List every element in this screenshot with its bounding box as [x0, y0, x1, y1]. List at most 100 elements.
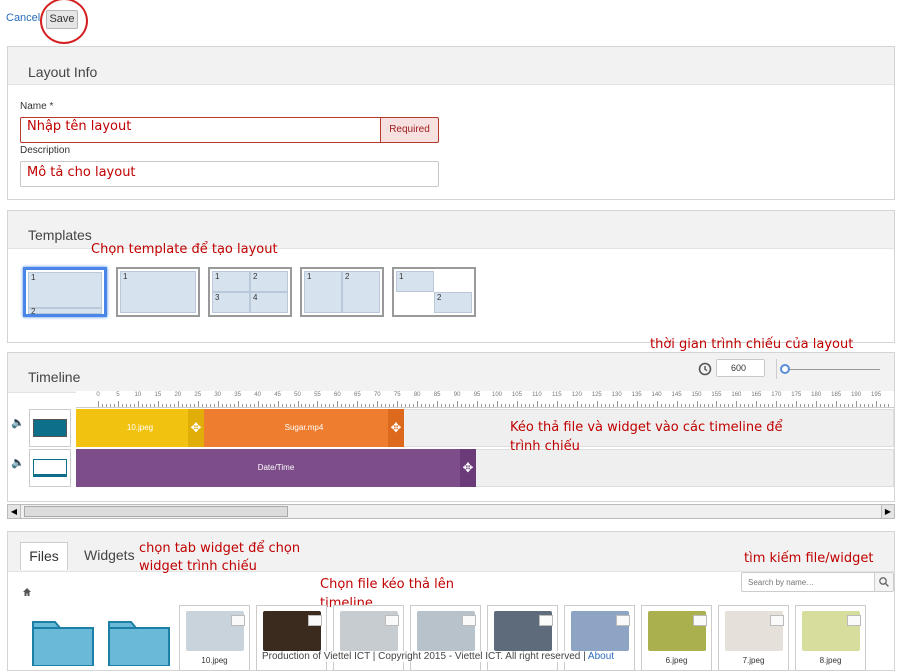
scroll-right-icon[interactable]: ▶ [881, 505, 894, 518]
about-link[interactable]: About [588, 651, 614, 662]
templates-title: Templates [28, 227, 92, 243]
ruler-label: 150 [691, 392, 702, 398]
timeline-item-image[interactable]: 10.jpeg ✥ [76, 409, 204, 447]
ruler-label: 5 [116, 392, 120, 398]
ruler-tick [560, 404, 562, 407]
speaker-icon[interactable]: 🔈 [11, 456, 25, 469]
ruler-tick [257, 401, 259, 407]
scroll-left-icon[interactable]: ◀ [8, 505, 21, 518]
ruler-tick [489, 404, 491, 407]
ruler-tick [688, 404, 690, 407]
search-button[interactable] [874, 572, 894, 592]
ruler-label: 160 [731, 392, 742, 398]
ruler-tick [197, 401, 199, 407]
resize-handle-icon[interactable]: ✥ [388, 409, 404, 447]
ruler-label: 50 [294, 392, 301, 398]
ruler-tick [109, 404, 111, 407]
ruler-tick [377, 401, 379, 407]
template-3[interactable]: 1 2 3 4 [208, 267, 292, 317]
ruler-tick [604, 404, 606, 407]
ruler-tick [385, 404, 387, 407]
file-annotation-line1: Chọn file kéo thả lên [320, 577, 455, 592]
ruler-tick [608, 404, 610, 407]
description-field[interactable]: Mô tả cho layout [20, 161, 439, 187]
file-tile[interactable]: 7.jpeg [718, 605, 789, 671]
drag-annotation-line1: Kéo thả file và widget vào các timeline … [510, 420, 783, 435]
ruler-tick [736, 401, 738, 407]
home-icon[interactable] [22, 587, 32, 597]
ruler-tick [289, 404, 291, 407]
ruler-tick [393, 404, 395, 407]
ruler-tick [880, 404, 882, 407]
ruler-tick [820, 404, 822, 407]
file-tile[interactable]: 10.jpeg [179, 605, 250, 671]
description-field-value: Mô tả cho layout [27, 165, 136, 180]
ruler-tick [888, 404, 890, 407]
ruler-tick [752, 404, 754, 407]
template-cell: 2 [28, 308, 102, 316]
ruler-tick [98, 401, 99, 407]
folder-icon[interactable] [31, 614, 95, 666]
ruler-tick [357, 401, 359, 407]
resize-handle-icon[interactable]: ✥ [188, 409, 204, 447]
ruler-tick [704, 404, 706, 407]
duration-input[interactable]: 600 [716, 359, 765, 377]
ruler-tick [369, 404, 371, 407]
ruler-tick [485, 404, 487, 407]
speaker-icon[interactable]: 🔈 [11, 416, 25, 429]
ruler-label: 110 [532, 392, 542, 398]
template-4[interactable]: 1 2 [300, 267, 384, 317]
ruler-tick [500, 404, 502, 407]
template-cell: 1 [396, 271, 434, 292]
template-2[interactable]: 1 [116, 267, 200, 317]
image-type-icon [770, 615, 784, 626]
widget-annotation-line1: chọn tab widget để chọn [139, 541, 301, 556]
ruler-tick [153, 404, 155, 407]
timeline-item-widget[interactable]: Date/Time ✥ [76, 449, 476, 487]
ruler-tick [732, 404, 734, 407]
timeline-scrollbar[interactable]: ◀ ▶ [7, 504, 895, 519]
ruler-tick [872, 404, 874, 407]
ruler-tick [293, 404, 295, 407]
ruler-tick [708, 404, 710, 407]
ruler-tick [301, 404, 303, 407]
name-label: Name * [20, 101, 54, 112]
template-1[interactable]: 1 2 [23, 267, 107, 317]
ruler-tick [249, 404, 251, 407]
resize-handle-icon[interactable]: ✥ [460, 449, 476, 487]
file-tile[interactable]: 6.jpeg [641, 605, 712, 671]
zoom-slider-track[interactable] [785, 369, 880, 370]
ruler-tick [165, 404, 167, 407]
ruler-tick [672, 404, 674, 407]
ruler-tick [716, 401, 718, 407]
ruler-tick [497, 401, 498, 407]
ruler-tick [680, 404, 682, 407]
ruler-tick [473, 404, 475, 407]
cancel-link[interactable]: Cancel [6, 12, 40, 24]
ruler-tick [764, 404, 766, 407]
timeline-item-video[interactable]: Sugar.mp4 ✥ [204, 409, 404, 447]
region-1-thumb[interactable] [29, 409, 71, 447]
ruler-tick [217, 401, 219, 407]
file-tile[interactable]: 8.jpeg [795, 605, 866, 671]
folder-icon[interactable] [107, 614, 171, 666]
tab-widgets[interactable]: Widgets [84, 547, 135, 563]
ruler-label: 80 [413, 392, 421, 398]
scroll-thumb[interactable] [24, 506, 288, 517]
template-5[interactable]: 1 2 [392, 267, 476, 317]
ruler-tick [309, 404, 311, 407]
divider [776, 359, 777, 379]
template-cell: 4 [250, 292, 288, 313]
ruler-tick [117, 401, 119, 407]
ruler-tick [273, 404, 275, 407]
tab-files[interactable]: Files [20, 542, 68, 570]
search-input[interactable] [741, 572, 875, 592]
zoom-slider-handle[interactable] [780, 364, 790, 374]
ruler-tick [800, 404, 802, 407]
region-2-thumb[interactable] [29, 449, 71, 487]
template-cell: 2 [250, 271, 288, 292]
clock-icon [698, 362, 712, 376]
ruler-tick [433, 404, 435, 407]
ruler-tick [169, 404, 171, 407]
name-field[interactable]: Nhập tên layout [20, 117, 381, 143]
